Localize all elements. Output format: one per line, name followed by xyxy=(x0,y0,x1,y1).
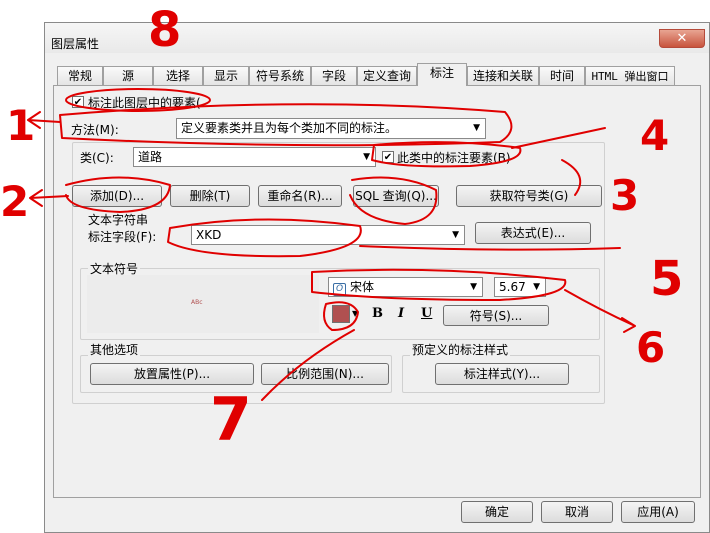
symbol-button[interactable]: 符号(S)... xyxy=(443,305,549,326)
label-field-label: 标注字段(F): xyxy=(88,230,157,244)
tab-source[interactable]: 源 xyxy=(103,66,153,85)
add-class-button[interactable]: 添加(D)... xyxy=(72,185,162,207)
label-features-label: 标注此图层中的要素( xyxy=(88,96,201,110)
bold-button[interactable]: B xyxy=(372,306,383,321)
placement-properties-button[interactable]: 放置属性(P)... xyxy=(90,363,254,385)
layer-properties-dialog: 图层属性 ✕ 常规 源 选择 显示 符号系统 字段 定义查询 标注 连接和关联 … xyxy=(44,22,710,533)
underline-button[interactable]: U xyxy=(421,306,432,321)
chevron-down-icon: ▼ xyxy=(452,230,459,240)
annotation-number-2: 2 xyxy=(0,177,29,226)
cancel-button[interactable]: 取消 xyxy=(541,501,613,523)
rename-class-button[interactable]: 重命名(R)... xyxy=(258,185,342,207)
font-size-dropdown[interactable]: 5.67 ▼ xyxy=(494,277,546,297)
expression-button[interactable]: 表达式(E)... xyxy=(475,222,591,244)
predefined-styles-group-label: 预定义的标注样式 xyxy=(410,341,511,358)
scale-range-button[interactable]: 比例范围(N)... xyxy=(261,363,389,385)
method-dropdown[interactable]: 定义要素类并且为每个类加不同的标注。 ▼ xyxy=(176,118,486,139)
method-value: 定义要素类并且为每个类加不同的标注。 xyxy=(181,121,398,135)
tab-display[interactable]: 显示 xyxy=(203,66,249,85)
label-field-dropdown[interactable]: XKD ▼ xyxy=(191,225,465,245)
symbol-preview: ABc xyxy=(87,275,319,333)
chevron-down-icon: ▼ xyxy=(363,152,370,162)
tab-joins-relates[interactable]: 连接和关联 xyxy=(467,66,539,85)
label-features-checkbox[interactable]: ✔ xyxy=(72,96,84,108)
font-size-value: 5.67 xyxy=(499,280,526,294)
tab-fields[interactable]: 字段 xyxy=(311,66,357,85)
text-string-group-label: 文本字符串 xyxy=(88,213,149,227)
annotation-number-1: 1 xyxy=(6,101,35,150)
tab-labels[interactable]: 标注 xyxy=(417,63,467,86)
delete-class-button[interactable]: 删除(T) xyxy=(170,185,250,207)
font-color-swatch[interactable] xyxy=(332,305,350,323)
sql-query-button[interactable]: SQL 查询(Q)... xyxy=(353,185,439,207)
tab-symbology[interactable]: 符号系统 xyxy=(249,66,311,85)
label-field-value: XKD xyxy=(196,228,222,242)
method-label: 方法(M): xyxy=(71,123,119,137)
tab-selection[interactable]: 选择 xyxy=(153,66,203,85)
chevron-down-icon: ▼ xyxy=(470,282,477,292)
window-title: 图层属性 xyxy=(51,37,100,51)
tab-time[interactable]: 时间 xyxy=(539,66,585,85)
class-value: 道路 xyxy=(138,150,163,164)
chevron-down-icon: ▼ xyxy=(533,282,540,292)
font-type-icon: O xyxy=(333,283,346,296)
apply-button[interactable]: 应用(A) xyxy=(621,501,695,523)
tab-definition-query[interactable]: 定义查询 xyxy=(357,66,417,85)
tab-general[interactable]: 常规 xyxy=(57,66,103,85)
title-bar: 图层属性 ✕ xyxy=(45,23,709,53)
color-dropdown-arrow-icon[interactable]: ▼ xyxy=(352,309,358,318)
font-value: 宋体 xyxy=(350,280,375,294)
ok-button[interactable]: 确定 xyxy=(461,501,533,523)
font-dropdown[interactable]: O 宋体 ▼ xyxy=(328,277,483,297)
label-class-features-checkbox[interactable]: ✔ xyxy=(382,151,394,163)
label-styles-button[interactable]: 标注样式(Y)... xyxy=(435,363,569,385)
class-label: 类(C): xyxy=(80,151,114,165)
class-dropdown[interactable]: 道路 ▼ xyxy=(133,147,376,167)
other-options-group-label: 其他选项 xyxy=(88,341,141,358)
chevron-down-icon: ▼ xyxy=(473,123,480,133)
tab-html-popup[interactable]: HTML 弹出窗口 xyxy=(585,66,675,85)
symbol-preview-text: ABc xyxy=(191,299,203,306)
close-button[interactable]: ✕ xyxy=(659,29,705,48)
italic-button[interactable]: I xyxy=(398,306,404,321)
get-symbol-classes-button[interactable]: 获取符号类(G) xyxy=(456,185,602,207)
label-class-features-label: 此类中的标注要素(B) xyxy=(397,151,511,165)
